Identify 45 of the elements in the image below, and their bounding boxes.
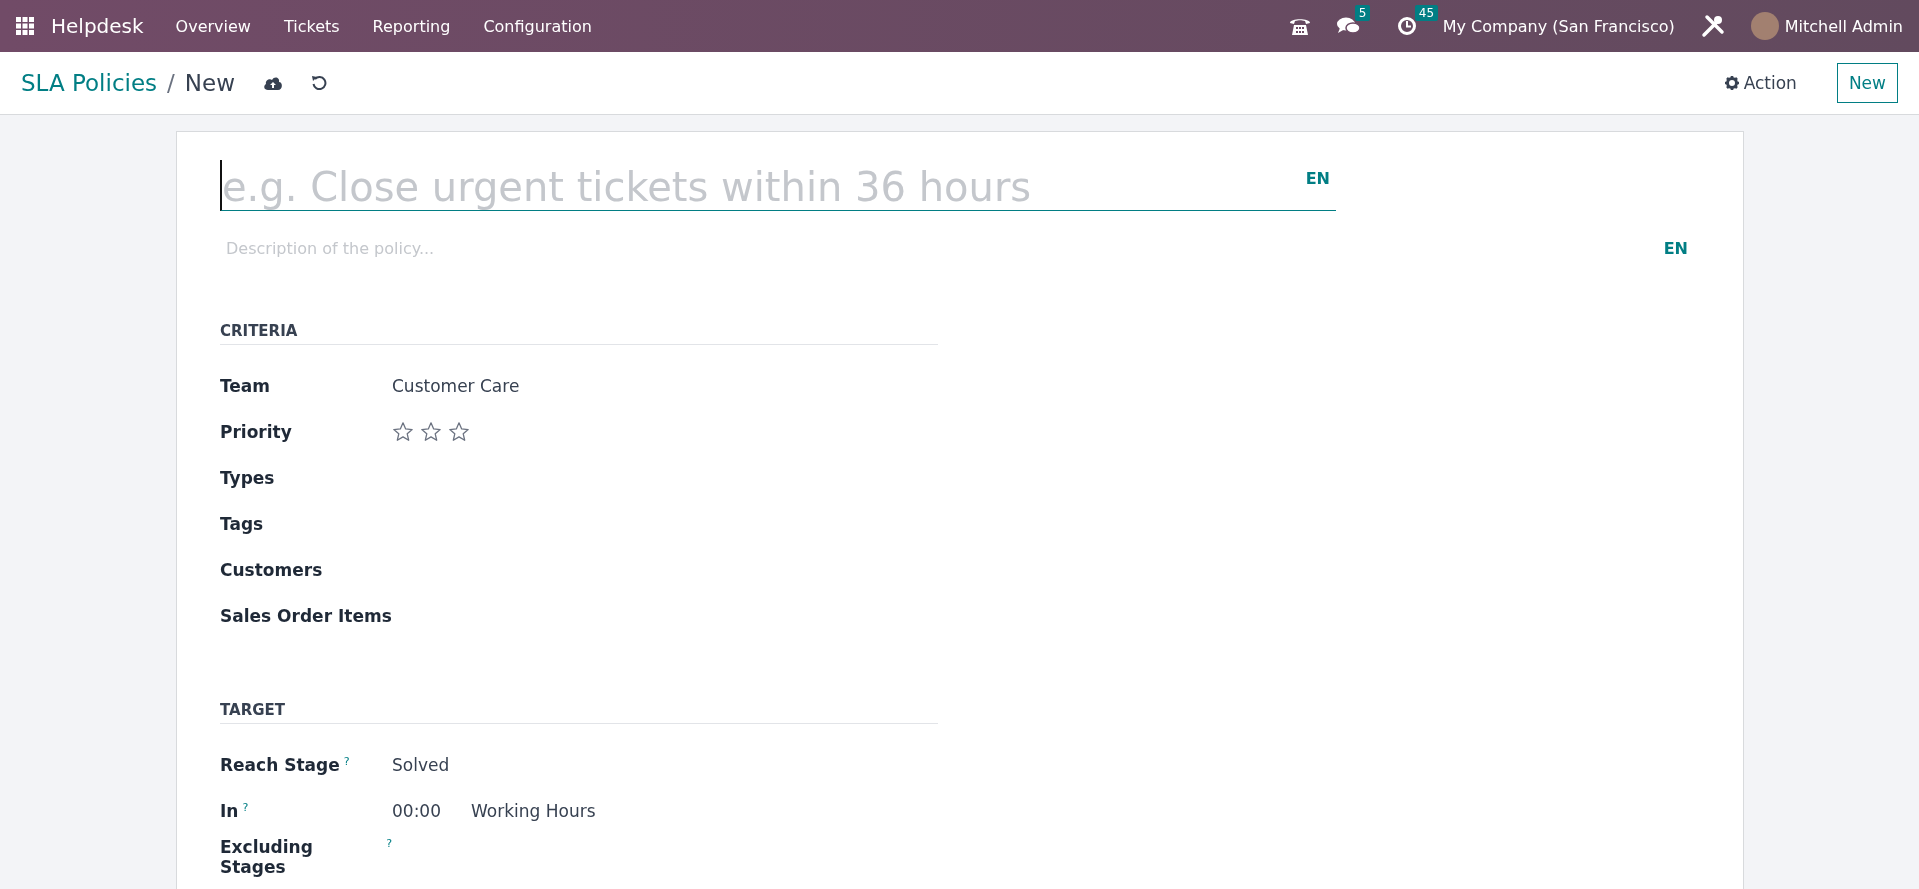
menu-item[interactable]: Tickets bbox=[283, 16, 340, 36]
section-heading: TARGET bbox=[220, 701, 938, 724]
priority-star-icon[interactable] bbox=[392, 421, 414, 443]
field-label: Priority bbox=[220, 422, 292, 442]
breadcrumb-current: New bbox=[184, 70, 235, 96]
action-button[interactable]: Action bbox=[1718, 72, 1803, 94]
section-heading: CRITERIA bbox=[220, 322, 938, 345]
field-label: Reach Stage bbox=[220, 755, 340, 775]
help-tooltip-mark[interactable]: ? bbox=[242, 801, 249, 814]
field-label: Tags bbox=[220, 514, 264, 534]
menu-item[interactable]: Overview bbox=[175, 16, 251, 36]
field-label: In bbox=[220, 801, 239, 821]
apps-grid-icon[interactable] bbox=[16, 17, 34, 35]
field-label: Sales Order Items bbox=[220, 606, 392, 626]
breadcrumb-separator: / bbox=[167, 70, 175, 96]
cloud-upload-icon[interactable] bbox=[263, 75, 283, 91]
priority-star-icon[interactable] bbox=[420, 421, 442, 443]
clock-icon[interactable] bbox=[1396, 16, 1417, 36]
help-tooltip-mark[interactable]: ? bbox=[386, 837, 392, 850]
menu-item[interactable]: Reporting bbox=[372, 16, 451, 36]
language-button[interactable]: EN bbox=[1305, 160, 1330, 188]
duration-unit: Working Hours bbox=[471, 801, 596, 821]
field-label: Types bbox=[220, 468, 275, 488]
field-value[interactable]: Customer Care bbox=[392, 376, 520, 396]
help-tooltip-mark[interactable]: ? bbox=[343, 755, 350, 768]
company-switcher[interactable]: My Company (San Francisco) bbox=[1442, 16, 1675, 36]
app-name-link[interactable]: Helpdesk bbox=[51, 14, 144, 38]
chat-bubbles-icon[interactable] bbox=[1336, 16, 1361, 36]
field-value[interactable]: Solved bbox=[392, 755, 450, 775]
language-button[interactable]: EN bbox=[1663, 239, 1700, 258]
new-button[interactable]: New bbox=[1836, 63, 1898, 103]
messages-count-badge: 5 bbox=[1354, 5, 1371, 21]
tools-icon[interactable] bbox=[1700, 14, 1725, 38]
user-menu[interactable]: Mitchell Admin bbox=[1784, 16, 1903, 36]
field-label: Team bbox=[220, 376, 271, 396]
priority-star-icon[interactable] bbox=[448, 421, 470, 443]
field-label: Customers bbox=[220, 560, 323, 580]
gear-icon bbox=[1724, 76, 1739, 90]
phone-icon[interactable] bbox=[1288, 16, 1311, 36]
activities-count-badge: 45 bbox=[1414, 5, 1439, 21]
undo-icon[interactable] bbox=[311, 75, 327, 91]
duration-value[interactable]: 00:00 bbox=[392, 801, 441, 821]
breadcrumb-link[interactable]: SLA Policies bbox=[21, 70, 158, 96]
field-label: Excluding Stages bbox=[220, 837, 314, 877]
menu-item[interactable]: Configuration bbox=[483, 16, 592, 36]
